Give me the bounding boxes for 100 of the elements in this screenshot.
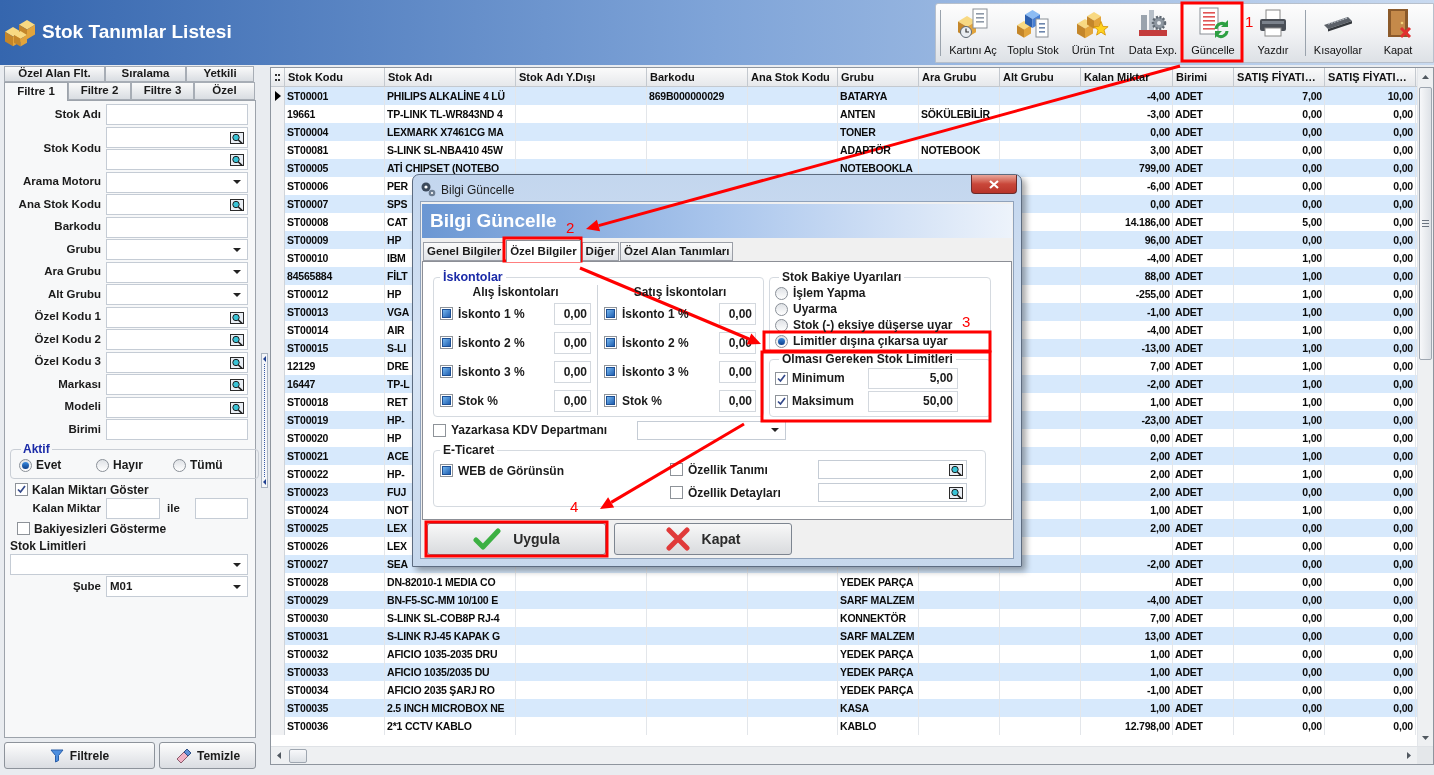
table-cell: HP [387,288,402,300]
table-cell: HP [387,234,402,246]
step-number: 4 [570,499,579,515]
table-cell: 7,00 [1302,90,1322,102]
field-label: Markası [57,376,102,392]
table-cell: 799,00 [1139,162,1170,174]
table-cell: ST00029 [287,594,329,606]
step-number: 1 [1245,14,1254,30]
table-cell: 10,00 [1387,90,1413,102]
field-label: Modeli [63,399,102,415]
table-cell: 0,00 [1302,522,1322,534]
table-cell: 1,00 [1302,504,1322,516]
table-cell: ST00028 [287,576,329,588]
table-cell: 88,00 [1144,270,1170,282]
field-label: Grubu [65,241,102,257]
table-cell: ST00007 [287,198,329,210]
table-cell: 0,00 [1393,396,1413,408]
table-cell: -13,00 [1141,342,1170,354]
table-cell: -6,00 [1147,180,1170,192]
table-cell: ADET [1175,90,1203,102]
table-cell: 1,00 [1302,450,1322,462]
table-cell: 0,00 [1393,306,1413,318]
table-cell: ST00012 [287,288,329,300]
table-cell: PHILIPS ALKALİNE 4 LÜ [387,90,505,102]
table-cell: 96,00 [1144,234,1170,246]
table-cell: PER [387,180,408,192]
table-cell: 0,00 [1393,324,1413,336]
table-cell: 0,00 [1393,108,1413,120]
table-cell: HP- [387,414,405,426]
table-cell: 3,00 [1150,144,1170,156]
table-cell: 0,00 [1302,666,1322,678]
table-cell: HP [387,432,402,444]
table-cell: ST00032 [287,648,329,660]
table-cell: S-LINK SL-COB8P RJ-4 [387,612,500,624]
table-cell: ST00020 [287,432,329,444]
table-cell: 0,00 [1302,486,1322,498]
dialog-heading: Bilgi Güncelle [430,210,557,232]
table-cell: KONNEKTÖR [840,612,906,624]
table-cell: ST00008 [287,216,329,228]
table-cell: 0,00 [1393,594,1413,606]
table-cell: -255,00 [1135,288,1170,300]
table-cell: ADET [1175,414,1203,426]
table-cell: 1,00 [1150,396,1170,408]
table-cell: ADET [1175,126,1203,138]
table-cell: 2,00 [1150,450,1170,462]
table-cell: ADET [1175,144,1203,156]
table-cell: 19661 [287,108,316,120]
table-cell: AFICIO 1035-2035 DRU [387,648,498,660]
table-cell: BATARYA [840,90,888,102]
table-cell: ST00024 [287,504,329,516]
table-cell: ST00034 [287,684,329,696]
table-cell: ADET [1175,702,1203,714]
table-cell: 1,00 [1302,396,1322,408]
group-title: Stok Bakiye Uyarıları [781,270,903,285]
table-cell: -4,00 [1147,90,1170,102]
table-cell: 0,00 [1393,378,1413,390]
group-title: İskontolar [442,270,504,285]
table-cell: 2,00 [1150,468,1170,480]
table-cell: ADET [1175,432,1203,444]
table-cell: ST00026 [287,540,329,552]
table-cell: 12129 [287,360,316,372]
table-cell: CAT [387,216,408,228]
table-cell: 1,00 [1150,702,1170,714]
table-cell: 2,00 [1150,522,1170,534]
table-cell: ADET [1175,666,1203,678]
table-cell: -4,00 [1147,252,1170,264]
table-cell: 0,00 [1393,576,1413,588]
table-cell: ADET [1175,324,1203,336]
table-cell: HP- [387,468,405,480]
table-cell: ADET [1175,234,1203,246]
table-cell: 2.5 INCH MICROBOX NE [387,702,505,714]
table-cell: ADET [1175,468,1203,480]
field-label: Birimi [67,421,102,437]
table-cell: 0,00 [1393,558,1413,570]
table-cell: 0,00 [1393,144,1413,156]
table-cell: YEDEK PARÇA [840,576,914,588]
table-cell: DN-82010-1 MEDIA CO [387,576,496,588]
table-cell: 1,00 [1302,252,1322,264]
table-cell: 1,00 [1150,648,1170,660]
table-cell: 0,00 [1393,216,1413,228]
table-cell: ADET [1175,522,1203,534]
table-cell: TP-L [387,378,410,390]
table-cell: LEX [387,540,407,552]
table-cell: 0,00 [1393,270,1413,282]
table-cell: TP-LINK TL-WR843ND 4 [387,108,503,120]
table-cell: ADET [1175,630,1203,642]
table-cell: 0,00 [1302,144,1322,156]
table-cell: KABLO [840,720,877,732]
table-cell: ADET [1175,720,1203,732]
field-label: Alt Grubu [46,286,102,302]
table-cell: SPS [387,198,408,210]
table-cell: 7,00 [1150,360,1170,372]
table-cell: S-LI [387,342,407,354]
table-cell: S-LINK RJ-45 KAPAK G [387,630,501,642]
table-cell: ADET [1175,270,1203,282]
group-title: Olması Gereken Stok Limitleri [781,351,954,367]
table-cell: 0,00 [1150,432,1170,444]
table-cell: ADET [1175,252,1203,264]
table-cell: 13,00 [1144,630,1170,642]
table-cell: NOTEBOOKLA [840,162,913,174]
